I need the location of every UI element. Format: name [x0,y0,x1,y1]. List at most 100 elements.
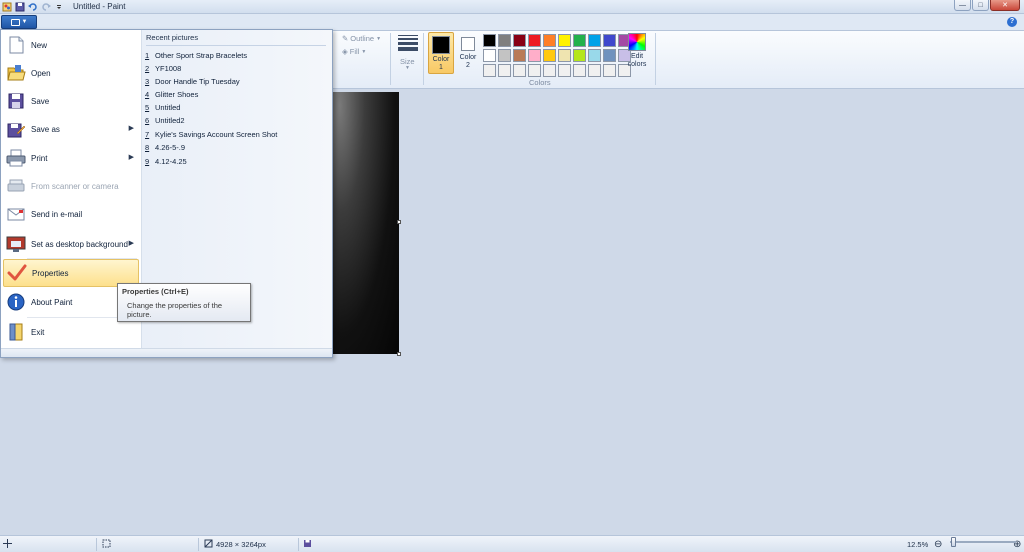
info-icon [6,292,26,312]
tooltip-title: Properties (Ctrl+E) [122,287,189,296]
recent-item-number: 1 [145,51,150,60]
tooltip-body: Change the properties of the picture. [127,301,223,319]
canvas-resize-handle-corner[interactable] [397,352,401,356]
menu-item-label: Print [31,153,48,163]
color1-button[interactable]: Color 1 [428,32,454,74]
menu-item-new[interactable]: New [3,31,139,59]
minimize-button[interactable]: — [954,0,971,11]
palette-swatch[interactable] [498,34,511,47]
palette-swatch[interactable] [543,49,556,62]
palette-swatch[interactable] [588,64,601,77]
palette-swatch[interactable] [528,34,541,47]
menu-item-save-as[interactable]: Save as ▶ [3,115,139,143]
palette-swatch[interactable] [528,49,541,62]
edit-colors-button[interactable]: Edit colors [624,33,650,69]
file-menu-footer [1,348,332,357]
desktop-icon [6,234,26,254]
size-button[interactable] [398,35,418,51]
recent-item-number: 7 [145,130,150,139]
submenu-arrow-icon: ▶ [128,125,134,132]
crosshair-icon [3,539,12,550]
palette-swatch[interactable] [588,49,601,62]
submenu-arrow-icon: ▶ [128,240,134,247]
menu-item-print[interactable]: Print ▶ [3,144,139,172]
palette-swatch[interactable] [603,34,616,47]
undo-icon[interactable] [28,2,38,12]
redo-icon[interactable] [41,2,51,12]
recent-item-number: 5 [145,103,150,112]
recent-item[interactable]: 7 Kylie's Savings Account Screen Shot [145,128,325,141]
recent-item[interactable]: 8 4.26-5-.9 [145,141,325,154]
recent-item[interactable]: 2 YF1008 [145,62,325,75]
color2-button[interactable]: Color 2 [455,32,481,74]
menu-item-exit[interactable]: Exit [3,318,139,346]
window-controls: — □ ✕ [954,0,1020,11]
recent-item[interactable]: 5 Untitled [145,101,325,114]
paint-menu-icon [10,18,20,26]
palette-swatch[interactable] [513,34,526,47]
zoom-out-button[interactable]: ⊖ [934,538,942,551]
zoom-slider-track[interactable] [950,541,1016,543]
maximize-button[interactable]: □ [972,0,989,11]
recent-item[interactable]: 4 Glitter Shoes [145,88,325,101]
palette-swatch[interactable] [573,64,586,77]
palette-swatch[interactable] [558,34,571,47]
close-button[interactable]: ✕ [990,0,1020,11]
palette-swatch[interactable] [588,34,601,47]
palette-swatch[interactable] [513,64,526,77]
menu-item-open[interactable]: Open [3,59,139,87]
cursor-position [3,538,12,551]
recent-item[interactable]: 6 Untitled2 [145,114,325,127]
menu-item-save[interactable]: Save [3,87,139,115]
palette-swatch[interactable] [498,49,511,62]
menu-item-send-email[interactable]: Send in e-mail [3,200,139,228]
help-icon[interactable]: ? [1007,17,1017,27]
palette-swatch[interactable] [483,34,496,47]
palette-swatch[interactable] [543,64,556,77]
image-canvas[interactable] [333,92,399,354]
paint-menu-button[interactable]: ▼ [1,15,37,29]
palette-swatch[interactable] [528,64,541,77]
customize-quick-access-icon[interactable] [54,2,64,12]
exit-icon [6,322,26,342]
outline-button[interactable]: ✎ Outline ▼ [342,34,381,43]
menu-item-desktop-background[interactable]: Set as desktop background ▶ [3,230,139,258]
recent-item-name: Untitled2 [155,116,185,125]
menu-item-from-scanner[interactable]: From scanner or camera [3,172,139,200]
selection-icon [102,539,111,550]
zoom-level: 12.5% [907,540,929,549]
chevron-down-icon: ▼ [405,65,410,71]
menu-item-label: From scanner or camera [31,181,119,191]
palette-swatch[interactable] [573,34,586,47]
menu-item-label: Set as desktop background [31,239,128,249]
new-icon [6,35,26,55]
recent-item[interactable]: 3 Door Handle Tip Tuesday [145,75,325,88]
recent-item[interactable]: 1 Other Sport Strap Bracelets [145,49,325,62]
palette-swatch[interactable] [573,49,586,62]
color1-number: 1 [439,64,443,71]
colors-group-title: Colors [529,78,551,87]
palette-swatch[interactable] [558,64,571,77]
palette-swatch[interactable] [603,64,616,77]
recent-item[interactable]: 9 4.12-4.25 [145,155,325,168]
chevron-down-icon: ▼ [361,48,367,55]
recent-item-name: 4.12-4.25 [155,157,187,166]
palette-swatch[interactable] [603,49,616,62]
chevron-down-icon: ▼ [21,19,28,25]
paint-app-icon[interactable] [2,2,12,12]
fill-button[interactable]: ◈ Fill ▼ [342,47,366,56]
save-icon[interactable] [15,2,25,12]
status-divider [96,538,97,551]
file-size [303,538,312,551]
zoom-in-button[interactable]: ⊕ [1013,538,1021,551]
palette-swatch[interactable] [498,64,511,77]
palette-swatch[interactable] [543,34,556,47]
color-palette [483,34,631,77]
canvas-resize-handle-right[interactable] [397,220,401,224]
palette-swatch[interactable] [513,49,526,62]
palette-swatch[interactable] [483,64,496,77]
palette-swatch[interactable] [483,49,496,62]
palette-swatch[interactable] [558,49,571,62]
color2-label: Color [459,54,477,61]
zoom-slider-thumb[interactable] [951,537,956,547]
